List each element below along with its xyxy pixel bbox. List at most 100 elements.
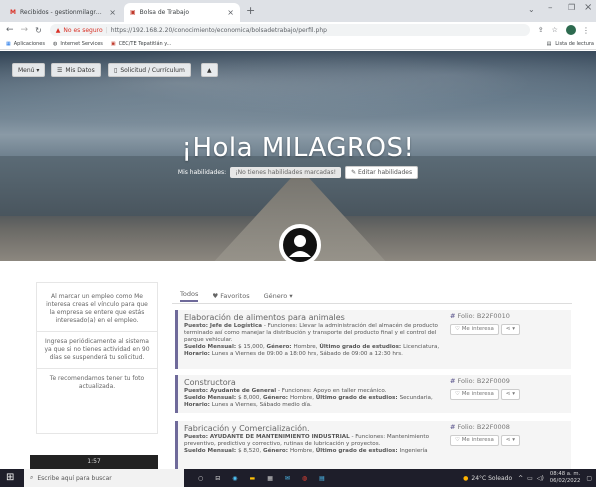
tab-todos[interactable]: Todos	[180, 290, 199, 302]
warning-icon: ▲	[55, 26, 61, 34]
hash-icon: #	[450, 377, 456, 385]
new-tab-button[interactable]: +	[246, 4, 255, 17]
bookmark-favicon-icon: ▣	[110, 40, 116, 47]
info-text-actividad: Ingresa periódicamente al sistema ya que…	[44, 338, 150, 361]
reading-list-link[interactable]: Lista de lectura	[555, 41, 594, 47]
bookmark-apps[interactable]: Aplicaciones	[14, 41, 45, 47]
job-puesto: Ayudante de General	[209, 388, 277, 394]
me-interesa-button[interactable]: ♡ Me interesa	[450, 435, 499, 446]
word-icon[interactable]: ▤	[319, 475, 325, 482]
weather-text[interactable]: 24°C Soleado	[471, 475, 512, 482]
forward-icon[interactable]: →	[21, 25, 29, 35]
browser-tab-gmail[interactable]: M Recibidos - gestionmilagrosorte@... ×	[4, 3, 122, 22]
chrome-icon[interactable]: ◍	[302, 475, 307, 482]
widgets-icon[interactable]: ⊟	[215, 475, 220, 482]
tray-chevron-icon[interactable]: ^	[518, 475, 523, 482]
bookmark-star-icon[interactable]: ☆	[552, 26, 558, 34]
hash-icon: #	[450, 312, 456, 320]
job-genero: Hombre	[293, 344, 316, 350]
edge-icon[interactable]: ◉	[232, 475, 237, 482]
system-clock[interactable]: 08:48 a. m. 06/02/2022	[550, 471, 581, 485]
job-card[interactable]: Elaboración de alimentos para animales P…	[175, 310, 571, 369]
apps-grid-icon: ▦	[6, 40, 11, 47]
job-estudios: Secundaria	[399, 395, 431, 401]
reload-icon[interactable]: ↻	[35, 26, 42, 35]
close-window-icon[interactable]: ×	[584, 2, 592, 13]
close-tab-icon[interactable]: ×	[109, 8, 116, 17]
share-dropdown-button[interactable]: ⋖ ▾	[500, 324, 521, 335]
job-folio: # Folio: B22F0008	[450, 424, 510, 431]
file-explorer-icon[interactable]: ▬	[250, 475, 256, 482]
address-bar-row: ← → ↻ ▲ No es seguro | https://192.168.2…	[0, 22, 596, 38]
back-icon[interactable]: ←	[6, 25, 14, 35]
time-badge: 1:57	[30, 455, 158, 469]
job-folio: # Folio: B22F0010	[450, 313, 510, 320]
menu-dropdown-button[interactable]: Menú ▾	[12, 63, 46, 77]
solicitud-button[interactable]: ▯ Solicitud / Currículum	[108, 63, 191, 77]
share-icon[interactable]: ⇪	[538, 26, 544, 34]
skills-empty-badge: ¡No tienes habilidades marcadas!	[230, 167, 342, 178]
user-icon: ▲	[207, 66, 212, 74]
me-interesa-button[interactable]: ♡ Me interesa	[450, 324, 499, 335]
url-field[interactable]: ▲ No es seguro | https://192.168.2.20/co…	[49, 24, 530, 36]
reading-list-icon: ▤	[546, 40, 552, 47]
profile-avatar-icon[interactable]	[565, 25, 576, 35]
url-text: https://192.168.2.20/conocimiento/econom…	[110, 26, 327, 34]
notifications-icon[interactable]: ▢	[586, 475, 592, 482]
network-icon[interactable]: ▭	[527, 475, 533, 482]
me-interesa-label: Me interesa	[461, 391, 494, 397]
url-security-label: No es seguro	[63, 26, 103, 34]
tab-genero[interactable]: Género ▾	[264, 292, 293, 300]
mis-datos-button[interactable]: ☰ Mis Datos	[51, 63, 101, 77]
close-tab-icon[interactable]: ×	[227, 8, 234, 17]
browser-menu-icon[interactable]: ⋮	[582, 26, 590, 35]
pencil-icon: ✎	[351, 169, 359, 176]
minimize-icon[interactable]: –	[548, 3, 553, 13]
tab-favoritos-label: Favoritos	[220, 291, 250, 300]
taskbar-search-placeholder: Escribe aquí para buscar	[37, 474, 112, 482]
tab-search-icon[interactable]: ⌄	[528, 5, 535, 14]
share-dropdown-button[interactable]: ⋖ ▾	[500, 435, 521, 446]
info-text-interes: Al marcar un empleo como Me interesa cre…	[46, 293, 148, 324]
me-interesa-label: Me interesa	[461, 437, 494, 443]
windows-start-icon[interactable]: ⊞	[6, 472, 14, 483]
edit-skills-button[interactable]: ✎ Editar habilidades	[345, 166, 419, 179]
edit-skills-label: Editar habilidades	[358, 169, 413, 176]
job-genero: Hombre	[289, 395, 313, 401]
me-interesa-label: Me interesa	[461, 326, 494, 332]
maximize-icon[interactable]: ❐	[568, 3, 575, 12]
taskbar-search-box[interactable]: ⌕ Escribe aquí para buscar	[24, 469, 184, 487]
job-description: Puesto: AYUDANTE DE MANTENIMIENTO INDUST…	[184, 434, 430, 454]
gmail-icon: M	[10, 9, 16, 16]
job-card[interactable]: Constructora Puesto: Ayudante de General…	[175, 375, 571, 413]
bookmark-cec[interactable]: CEC/TE Tepatitlán y...	[119, 41, 172, 47]
job-card[interactable]: Fabricación y Comercialización. Puesto: …	[175, 421, 571, 469]
user-button[interactable]: ▲	[201, 63, 218, 77]
job-estudios: Licenciatura	[403, 344, 438, 350]
job-folio-label: Folio: B22F0009	[457, 377, 510, 385]
skills-row: Mis habilidades: ¡No tienes habilidades …	[0, 166, 596, 179]
job-horario: Lunes a Viernes de 09:00 a 18:00 hrs, Sá…	[211, 351, 403, 357]
tab-favoritos[interactable]: ♥ Favoritos	[212, 292, 249, 300]
job-sueldo: $ 15,000	[238, 344, 263, 350]
browser-tab-bolsa[interactable]: ▣ Bolsa de Trabajo ×	[124, 3, 240, 22]
volume-icon[interactable]: ◁)	[537, 475, 544, 482]
bookmark-internet-services[interactable]: Internet Services	[60, 41, 103, 47]
share-dropdown-button[interactable]: ⋖ ▾	[500, 389, 521, 400]
mis-datos-label: Mis Datos	[65, 66, 95, 74]
weather-sun-icon: ●	[463, 474, 469, 482]
job-horario: Lunes a Viernes, Sábado medio día.	[211, 402, 312, 408]
job-description: Puesto: Ayudante de General - Funciones:…	[184, 388, 433, 408]
job-puesto: Jefe de Logística	[209, 323, 263, 329]
bookmarks-bar: ▦ Aplicaciones ◍ Internet Services ▣ CEC…	[0, 38, 596, 50]
job-genero: Hombre	[289, 448, 313, 454]
profile-avatar[interactable]	[279, 224, 321, 266]
store-icon[interactable]: ▦	[267, 475, 273, 482]
mail-icon[interactable]: ✉	[285, 475, 290, 482]
me-interesa-button[interactable]: ♡ Me interesa	[450, 389, 499, 400]
greeting-title: ¡Hola MILAGROS!	[181, 133, 415, 163]
job-sueldo: $ 8,000	[238, 395, 260, 401]
menu-label: Menú ▾	[18, 66, 40, 74]
task-view-icon[interactable]: ○	[198, 475, 203, 482]
job-description: Puesto: Jefe de Logística - Funciones: L…	[184, 323, 440, 357]
